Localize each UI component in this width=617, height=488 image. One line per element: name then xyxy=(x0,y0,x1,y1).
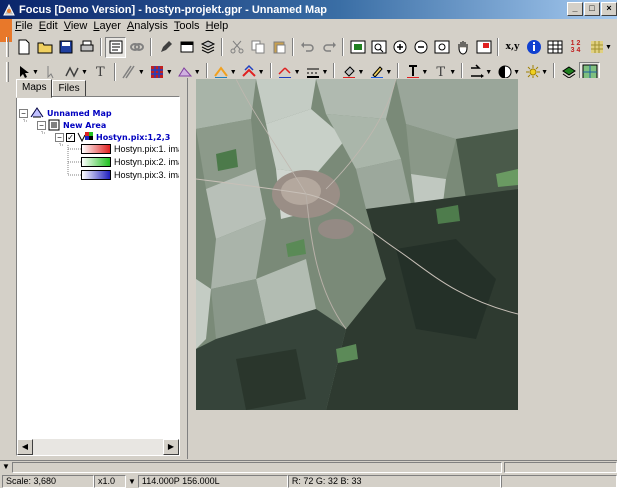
coordinates-field: 114.000P 156.000L xyxy=(137,474,288,488)
chevron-down-icon[interactable]: ▼ xyxy=(81,69,88,76)
tab-files[interactable]: Files xyxy=(52,80,86,97)
menu-analysis[interactable]: Analysis xyxy=(124,19,171,34)
chevron-down-icon[interactable]: ▼ xyxy=(385,69,392,76)
satellite-image[interactable] xyxy=(196,79,518,410)
green-band-swatch xyxy=(81,157,111,167)
tab-maps[interactable]: Maps xyxy=(16,79,53,98)
menu-file[interactable]: File xyxy=(12,19,36,34)
chevron-down-icon[interactable]: ▼ xyxy=(605,44,612,51)
minimize-button[interactable]: _ xyxy=(567,2,583,16)
satellite-imagery-canvas xyxy=(196,79,518,410)
rgb-value-field: R: 72 G: 32 B: 33 xyxy=(287,474,501,488)
maps-panel: Maps Files − Unnamed Map − New Area − ✓ … xyxy=(14,78,181,459)
zoom-window-icon[interactable] xyxy=(431,37,452,58)
chevron-down-icon[interactable]: ▼ xyxy=(2,462,10,471)
chevron-down-icon[interactable]: ▼ xyxy=(194,69,201,76)
blue-band-swatch xyxy=(81,170,111,180)
pattern-icon[interactable] xyxy=(586,37,607,58)
chevron-down-icon[interactable]: ▼ xyxy=(322,69,329,76)
tree-node-map[interactable]: − Unnamed Map xyxy=(19,107,112,119)
map-icon xyxy=(30,107,44,118)
info-icon[interactable] xyxy=(523,37,544,58)
collapse-icon[interactable]: − xyxy=(55,132,64,142)
window-title: Focus [Demo Version] - hostyn-projekt.gp… xyxy=(19,3,328,16)
zoom-extent-icon[interactable] xyxy=(347,37,368,58)
panel-tabs: Maps Files xyxy=(16,79,86,98)
zoom-box-icon[interactable] xyxy=(368,37,389,58)
new-file-icon[interactable] xyxy=(13,37,34,58)
chevron-down-icon[interactable]: ▼ xyxy=(128,477,136,486)
chevron-down-icon[interactable]: ▼ xyxy=(258,69,265,76)
chevron-down-icon[interactable]: ▼ xyxy=(485,69,492,76)
chevron-down-icon[interactable]: ▼ xyxy=(541,69,548,76)
xy-coordinates-icon[interactable]: x,y xyxy=(502,37,523,58)
status-bar-top: ▼ xyxy=(0,460,617,473)
scale-field: Scale: 3,680 xyxy=(2,474,94,488)
toolbar-grip[interactable] xyxy=(6,37,9,57)
zoom-field: x1.0 xyxy=(94,474,126,488)
status-field-message xyxy=(12,462,502,473)
focus-window: Focus [Demo Version] - hostyn-projekt.gp… xyxy=(0,0,617,488)
cut-icon[interactable] xyxy=(226,37,247,58)
undo-icon[interactable] xyxy=(297,37,318,58)
map-tree: − Unnamed Map − New Area − ✓ Hostyn.pix:… xyxy=(16,96,180,456)
layers-icon[interactable] xyxy=(197,37,218,58)
title-bar[interactable]: Focus [Demo Version] - hostyn-projekt.gp… xyxy=(0,0,617,19)
menu-bar: File Edit View Layer Analysis Tools Help xyxy=(12,19,231,34)
copy-icon[interactable] xyxy=(247,37,268,58)
tree-node-area[interactable]: − New Area xyxy=(37,119,106,131)
chevron-down-icon[interactable]: ▼ xyxy=(294,69,301,76)
properties-icon[interactable] xyxy=(105,36,126,58)
menu-view[interactable]: View xyxy=(61,19,91,34)
menu-help[interactable]: Help xyxy=(203,19,232,34)
chevron-down-icon[interactable]: ▼ xyxy=(138,69,145,76)
visibility-checkbox[interactable]: ✓ xyxy=(66,132,75,142)
menu-edit[interactable]: Edit xyxy=(36,19,61,34)
main-toolbar: x,y 1 2 3 4 ▼ xyxy=(4,35,617,59)
chevron-down-icon[interactable]: ▼ xyxy=(421,69,428,76)
print-icon[interactable] xyxy=(76,37,97,58)
red-band-swatch xyxy=(81,144,111,154)
scroll-right-button[interactable]: ▶ xyxy=(163,439,179,455)
collapse-icon[interactable]: − xyxy=(19,108,28,118)
chevron-down-icon[interactable]: ▼ xyxy=(32,69,39,76)
scroll-left-button[interactable]: ◀ xyxy=(17,439,33,455)
collapse-icon[interactable]: − xyxy=(37,120,46,130)
focus-app-icon xyxy=(3,3,15,15)
open-folder-icon[interactable] xyxy=(34,37,55,58)
close-button[interactable]: × xyxy=(601,2,617,16)
tree-horizontal-scrollbar[interactable]: ◀ ▶ xyxy=(17,439,179,455)
zoom-out-icon[interactable] xyxy=(410,37,431,58)
area-icon xyxy=(48,119,60,131)
band-item-3[interactable]: Hostyn.pix:3. imagery xyxy=(81,169,179,181)
pen-icon[interactable] xyxy=(155,37,176,58)
table-icon[interactable] xyxy=(544,37,565,58)
menu-layer[interactable]: Layer xyxy=(90,19,124,34)
map-view[interactable] xyxy=(187,78,617,459)
link-icon[interactable] xyxy=(126,37,147,58)
tree-node-layer[interactable]: − ✓ Hostyn.pix:1,2,3 xyxy=(55,131,170,143)
pan-hand-icon[interactable] xyxy=(452,37,473,58)
chevron-down-icon[interactable]: ▼ xyxy=(513,69,520,76)
chevron-down-icon[interactable]: ▼ xyxy=(230,69,237,76)
window-icon[interactable] xyxy=(176,37,197,58)
menu-tools[interactable]: Tools xyxy=(171,19,203,34)
chevron-down-icon[interactable]: ▼ xyxy=(357,69,364,76)
zoom-in-icon[interactable] xyxy=(389,37,410,58)
maximize-button[interactable]: □ xyxy=(584,2,600,16)
status-bar: Scale: 3,680 x1.0 ▼ 114.000P 156.000L R:… xyxy=(0,474,617,488)
chevron-down-icon[interactable]: ▼ xyxy=(166,69,173,76)
redo-icon[interactable] xyxy=(318,37,339,58)
band-item-1[interactable]: Hostyn.pix:1. imagery xyxy=(81,143,179,155)
band-item-2[interactable]: Hostyn.pix:2. imagery xyxy=(81,156,179,168)
overview-icon[interactable] xyxy=(473,37,494,58)
status-field-blank xyxy=(500,474,617,488)
paste-icon[interactable] xyxy=(268,37,289,58)
numbers-icon[interactable]: 1 2 3 4 xyxy=(565,37,586,58)
toolbar-grip[interactable] xyxy=(6,62,9,82)
save-icon[interactable] xyxy=(55,37,76,58)
chevron-down-icon[interactable]: ▼ xyxy=(449,69,456,76)
raster-layer-icon xyxy=(77,132,93,143)
status-field-extra xyxy=(504,462,617,473)
